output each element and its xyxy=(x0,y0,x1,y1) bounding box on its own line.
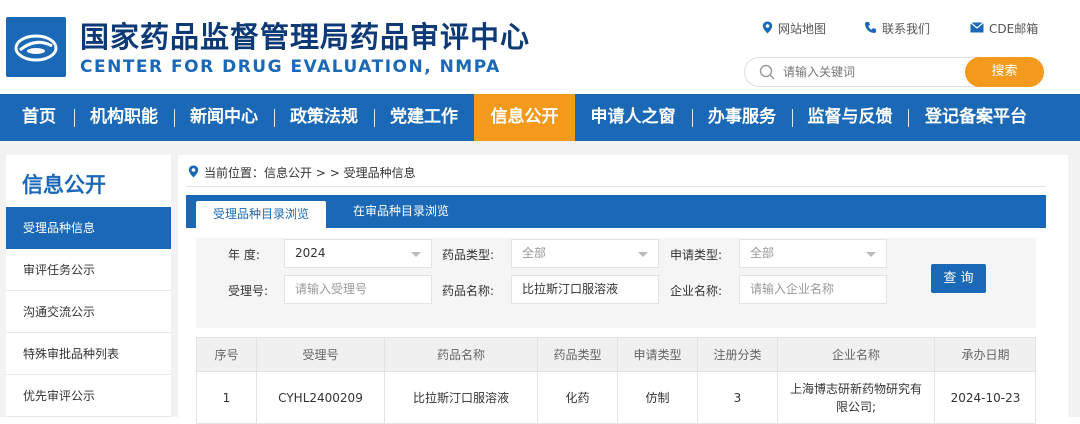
table-header-row: 序号 受理号 药品名称 药品类型 申请类型 注册分类 企业名称 承办日期 xyxy=(196,337,1036,372)
site-map-label: 网站地图 xyxy=(778,22,827,36)
column-header: 药品类型 xyxy=(538,338,618,371)
sidebar-item-special-approval[interactable]: 特殊审批品种列表 xyxy=(6,333,171,375)
tab-accepted-catalog[interactable]: 受理品种目录浏览 xyxy=(196,201,326,228)
breadcrumb-path[interactable]: 信息公开 > > 受理品种信息 xyxy=(264,164,416,181)
year-select[interactable]: 2024 xyxy=(284,239,432,268)
year-value: 2024 xyxy=(295,246,326,260)
site-title-english: CENTER FOR DRUG EVALUATION, NMPA xyxy=(80,57,501,77)
nav-item-policies[interactable]: 政策法规 xyxy=(278,94,370,141)
column-header: 申请类型 xyxy=(618,338,698,371)
query-button[interactable]: 查 询 xyxy=(931,264,986,293)
nav-item-supervision[interactable]: 监督与反馈 xyxy=(796,94,904,141)
site-title-chinese: 国家药品监督管理局药品审评中心 xyxy=(80,20,531,54)
nav-item-party[interactable]: 党建工作 xyxy=(378,94,470,141)
nav-item-info-disclosure[interactable]: 信息公开 xyxy=(474,94,575,141)
cell-company: 上海博志研新药物研究有限公司; xyxy=(778,372,935,423)
drug-type-select[interactable]: 全部 xyxy=(511,239,659,268)
nav-divider xyxy=(374,109,375,127)
cde-mail-link[interactable]: CDE邮箱 xyxy=(970,20,1038,37)
site-map-link[interactable]: 网站地图 xyxy=(762,20,826,37)
contact-us-label: 联系我们 xyxy=(882,22,931,36)
chevron-down-icon xyxy=(411,252,421,257)
nav-item-applicant-window[interactable]: 申请人之窗 xyxy=(578,94,688,141)
company-label: 企业名称: xyxy=(670,284,723,298)
cell-accept-no: CYHL2400209 xyxy=(257,372,385,423)
drug-type-label: 药品类型: xyxy=(442,248,495,262)
nav-divider xyxy=(792,109,793,127)
filter-panel: 年 度: 2024 药品类型: 全部 申请类型: 全部 受理号: 请输入受理号 … xyxy=(196,238,1036,328)
divider xyxy=(186,186,1046,187)
content-area: 信息公开 受理品种信息 审评任务公示 沟通交流公示 特殊审批品种列表 优先审评公… xyxy=(0,141,1080,424)
tabs-bar: 受理品种目录浏览 在审品种目录浏览 xyxy=(186,195,1046,228)
nav-item-registration[interactable]: 登记备案平台 xyxy=(912,94,1040,141)
nav-divider xyxy=(174,109,175,127)
sidebar-item-accepted-varieties[interactable]: 受理品种信息 xyxy=(6,207,171,249)
cde-mail-label: CDE邮箱 xyxy=(989,22,1039,36)
sidebar: 信息公开 受理品种信息 审评任务公示 沟通交流公示 特殊审批品种列表 优先审评公… xyxy=(6,155,171,417)
cde-logo[interactable] xyxy=(6,17,66,77)
apply-type-value: 全部 xyxy=(750,246,775,260)
search-button[interactable]: 搜索 xyxy=(965,57,1044,87)
cell-index: 1 xyxy=(197,372,257,423)
drug-name-input[interactable]: 比拉斯汀口服溶液 xyxy=(511,275,659,304)
main-panel: 当前位置： 信息公开 > > 受理品种信息 受理品种目录浏览 在审品种目录浏览 … xyxy=(178,155,1068,424)
apply-type-label: 申请类型: xyxy=(670,248,723,262)
tab-in-review-catalog[interactable]: 在审品种目录浏览 xyxy=(336,195,466,228)
year-label: 年 度: xyxy=(228,248,260,262)
drug-type-value: 全部 xyxy=(522,246,547,260)
chevron-down-icon xyxy=(638,252,648,257)
nav-divider xyxy=(692,109,693,127)
nav-item-home[interactable]: 首页 xyxy=(8,94,70,141)
breadcrumb-prefix: 当前位置： xyxy=(204,166,265,180)
drug-name-label: 药品名称: xyxy=(442,284,495,298)
cell-reg-class: 3 xyxy=(698,372,778,423)
table-row[interactable]: 1 CYHL2400209 比拉斯汀口服溶液 化药 仿制 3 上海博志研新药物研… xyxy=(196,372,1036,424)
search-icon xyxy=(759,64,775,84)
nav-item-functions[interactable]: 机构职能 xyxy=(78,94,170,141)
location-pin-icon xyxy=(762,21,773,37)
logo-emblem-icon xyxy=(14,34,58,62)
nav-item-news[interactable]: 新闻中心 xyxy=(178,94,270,141)
nav-item-services[interactable]: 办事服务 xyxy=(696,94,788,141)
sidebar-item-priority-review[interactable]: 优先审评公示 xyxy=(6,375,171,417)
nav-divider xyxy=(908,109,909,127)
accept-no-input[interactable]: 请输入受理号 xyxy=(284,275,432,304)
column-header: 药品名称 xyxy=(385,338,538,371)
location-pin-icon xyxy=(188,165,199,181)
nav-divider xyxy=(74,109,75,127)
site-header: 国家药品监督管理局药品审评中心 CENTER FOR DRUG EVALUATI… xyxy=(0,0,1080,94)
cell-drug-type: 化药 xyxy=(538,372,618,423)
breadcrumb: 当前位置： 信息公开 > > 受理品种信息 xyxy=(188,164,416,181)
cell-date: 2024-10-23 xyxy=(950,390,1021,405)
chevron-down-icon xyxy=(866,252,876,257)
column-header: 注册分类 xyxy=(698,338,778,371)
sidebar-item-review-tasks[interactable]: 审评任务公示 xyxy=(6,249,171,291)
column-header: 企业名称 xyxy=(778,338,935,371)
phone-icon xyxy=(864,21,877,37)
cell-drug-name: 比拉斯汀口服溶液 xyxy=(385,372,538,423)
column-header: 序号 xyxy=(197,338,257,371)
column-header: 承办日期 xyxy=(961,348,1010,362)
nav-divider xyxy=(274,109,275,127)
site-search: 搜索 xyxy=(744,57,1044,87)
cell-apply-type: 仿制 xyxy=(618,372,698,423)
mail-icon xyxy=(970,21,984,36)
company-input[interactable]: 请输入企业名称 xyxy=(739,275,887,304)
accept-no-label: 受理号: xyxy=(228,284,269,298)
apply-type-select[interactable]: 全部 xyxy=(739,239,887,268)
search-input[interactable] xyxy=(783,62,953,82)
main-nav: 首页 机构职能 新闻中心 政策法规 党建工作 信息公开 申请人之窗 办事服务 监… xyxy=(0,94,1080,141)
sidebar-item-communication[interactable]: 沟通交流公示 xyxy=(6,291,171,333)
column-header: 受理号 xyxy=(257,338,385,371)
contact-us-link[interactable]: 联系我们 xyxy=(864,20,930,37)
sidebar-title: 信息公开 xyxy=(22,173,106,197)
